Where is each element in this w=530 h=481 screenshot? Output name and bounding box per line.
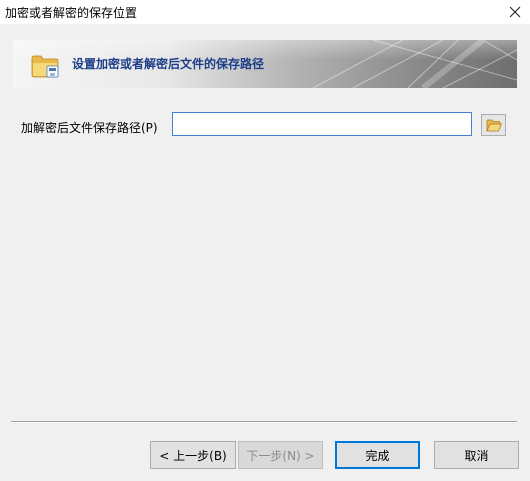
close-button[interactable] (500, 0, 530, 24)
previous-button[interactable]: < 上一步(B) (150, 441, 236, 469)
folder-icon (31, 55, 59, 78)
open-folder-icon (485, 119, 502, 131)
window-title: 加密或者解密的保存位置 (5, 6, 138, 20)
close-icon (509, 6, 521, 18)
title-bar: 加密或者解密的保存位置 (0, 0, 530, 24)
cancel-button[interactable]: 取消 (434, 441, 519, 469)
save-path-input[interactable] (172, 112, 472, 136)
dialog-body: 设置加密或者解密后文件的保存路径 加解密后文件保存路径(P) < 上一步(B) … (0, 24, 530, 481)
header-banner: 设置加密或者解密后文件的保存路径 (13, 40, 517, 88)
finish-button[interactable]: 完成 (335, 441, 420, 469)
footer-divider (11, 421, 517, 423)
banner-title: 设置加密或者解密后文件的保存路径 (72, 57, 265, 71)
next-button[interactable]: 下一步(N) > (238, 441, 323, 469)
save-path-label: 加解密后文件保存路径(P) (21, 121, 158, 135)
browse-folder-button[interactable] (481, 114, 506, 136)
